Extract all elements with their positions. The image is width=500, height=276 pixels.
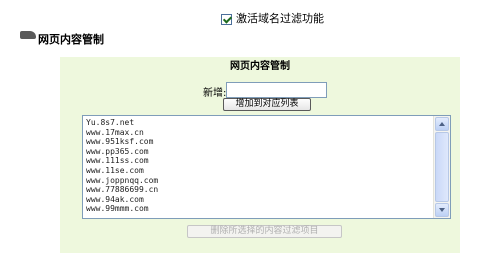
scroll-thumb[interactable] <box>435 132 449 202</box>
list-item[interactable]: www.94ak.com <box>86 195 158 205</box>
filter-enable-checkbox[interactable] <box>221 14 232 25</box>
list-item[interactable]: www.joppnqq.com <box>86 176 158 186</box>
filter-enable-label: 激活域名过滤功能 <box>236 12 324 25</box>
add-to-list-button[interactable]: 增加到对应列表 <box>223 98 311 111</box>
list-item[interactable]: www.99mmm.com <box>86 204 158 214</box>
add-domain-input[interactable] <box>226 82 327 98</box>
domain-list-items: Yu.8s7.net www.17max.cn www.951ksf.com w… <box>86 118 158 214</box>
list-item[interactable]: www.111ss.com <box>86 156 158 166</box>
list-scrollbar[interactable] <box>433 116 450 218</box>
list-item[interactable]: Yu.8s7.net <box>86 118 158 128</box>
list-item[interactable]: www.77886699.cn <box>86 185 158 195</box>
list-item[interactable]: www.11se.com <box>86 166 158 176</box>
scroll-down-button[interactable] <box>435 203 449 217</box>
folder-icon <box>20 31 36 39</box>
panel-title: 网页内容管制 <box>230 61 290 72</box>
list-item[interactable]: www.pp365.com <box>86 147 158 157</box>
list-item[interactable]: www.17max.cn <box>86 128 158 138</box>
domain-filter-list[interactable]: Yu.8s7.net www.17max.cn www.951ksf.com w… <box>82 115 451 219</box>
content-control-panel: 网页内容管制 新增: 增加到对应列表 Yu.8s7.net www.17max.… <box>60 57 460 253</box>
chevron-down-icon <box>439 208 445 212</box>
chevron-up-icon <box>439 122 445 126</box>
list-item[interactable]: www.951ksf.com <box>86 137 158 147</box>
scroll-up-button[interactable] <box>435 117 449 131</box>
section-title: 网页内容管制 <box>38 33 104 46</box>
delete-selected-button[interactable]: 删除所选择的内容过滤项目 <box>187 225 342 238</box>
